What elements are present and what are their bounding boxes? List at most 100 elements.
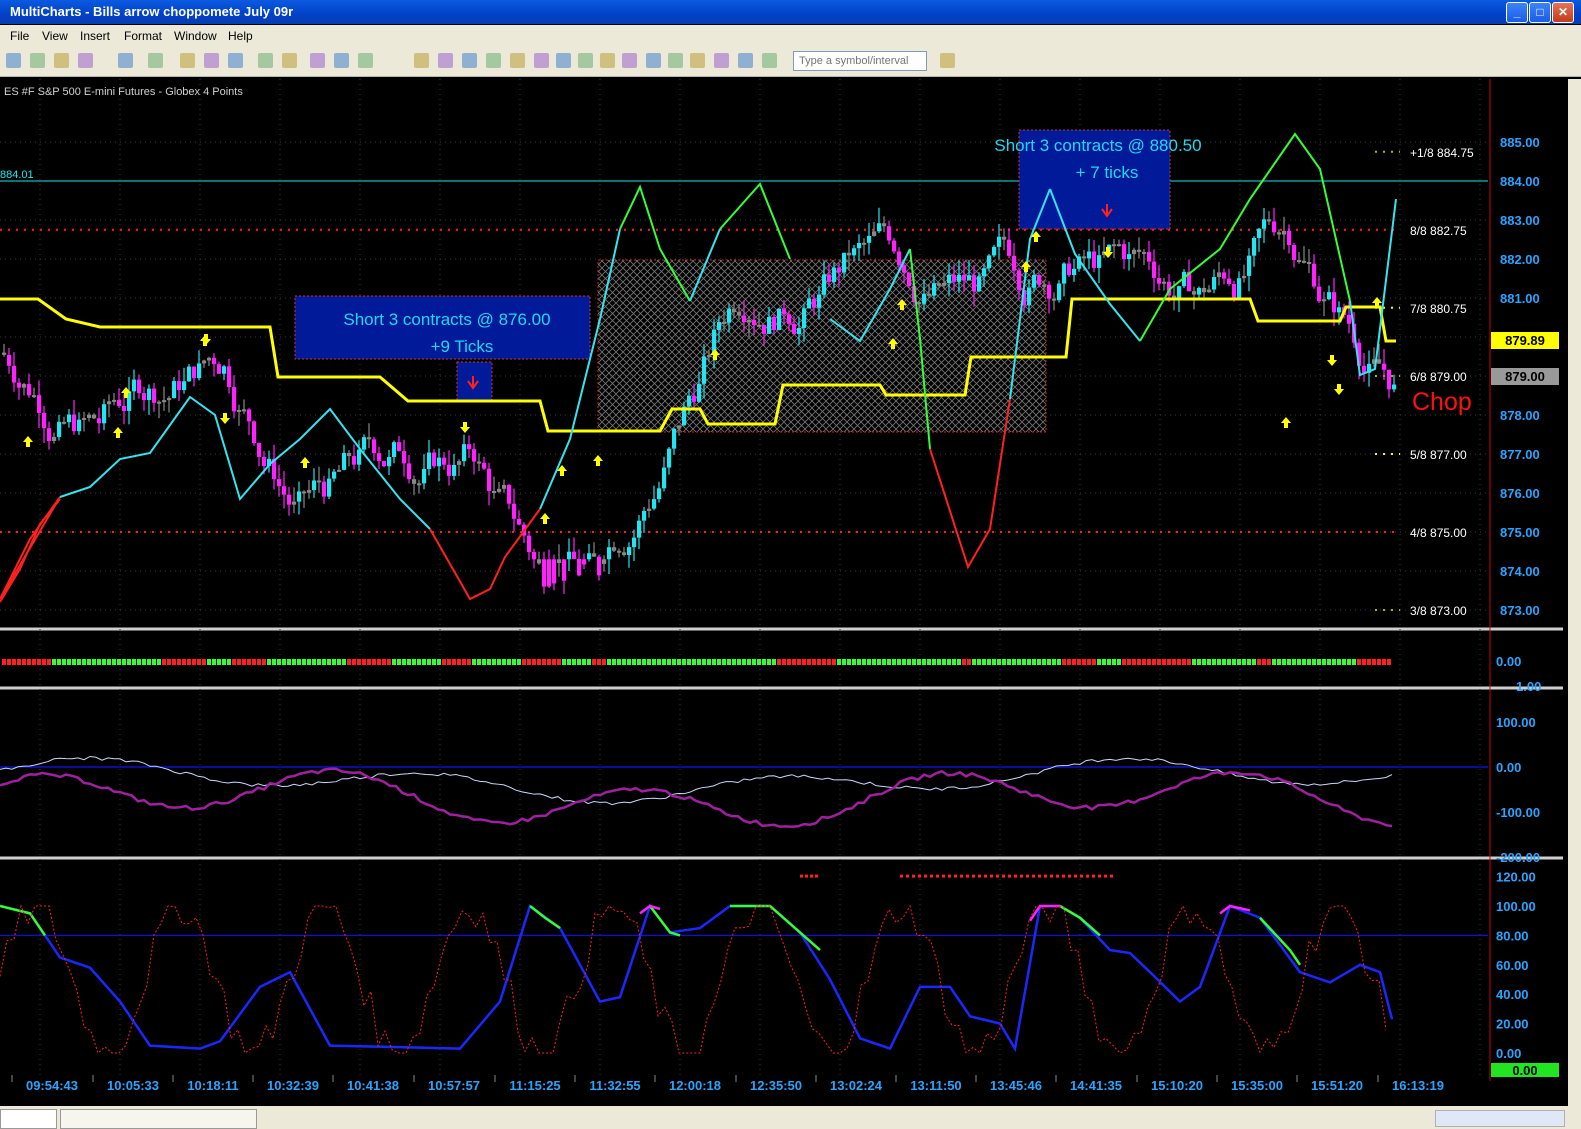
toolbar-button[interactable]: [940, 53, 955, 68]
trend-dot: [1017, 659, 1021, 665]
price-bar: [977, 276, 982, 292]
toolbar-button[interactable]: [578, 53, 593, 68]
price-bar: [262, 456, 267, 467]
toolbar-button[interactable]: [118, 53, 133, 68]
horizontal-scrollbar[interactable]: [1435, 1110, 1565, 1127]
toolbar-button[interactable]: [334, 53, 349, 68]
price-bar: [1177, 286, 1182, 299]
toolbar-button[interactable]: [556, 53, 571, 68]
toolbar-button[interactable]: [310, 53, 325, 68]
toolbar-button[interactable]: [762, 53, 777, 68]
toolbar-button[interactable]: [438, 53, 453, 68]
toolbar-button[interactable]: [738, 53, 753, 68]
trend-dot: [732, 659, 736, 665]
price-bar: [917, 302, 922, 305]
toolbar-button[interactable]: [622, 53, 637, 68]
price-bar: [332, 471, 337, 479]
price-bar: [1302, 260, 1307, 263]
menu-window[interactable]: Window: [174, 29, 217, 43]
chart-svg[interactable]: ES #F S&P 500 E-mini Futures - Globex 4 …: [0, 79, 1568, 1095]
trend-dot: [327, 659, 331, 665]
toolbar-button[interactable]: [486, 53, 501, 68]
trend-dot: [77, 659, 81, 665]
toolbar-button[interactable]: [6, 53, 21, 68]
price-bar: [932, 283, 937, 296]
trend-dot: [2, 659, 6, 665]
toolbar-button[interactable]: [534, 53, 549, 68]
price-bar: [1247, 255, 1252, 276]
window-titlebar: MultiCharts - Bills arrow choppomete Jul…: [0, 0, 1581, 24]
close-icon[interactable]: ✕: [1552, 2, 1574, 23]
price-bar: [472, 449, 477, 462]
price-bar: [552, 559, 557, 584]
trend-dot: [1287, 659, 1291, 665]
menu-format[interactable]: Format: [124, 29, 162, 43]
toolbar-button[interactable]: [30, 53, 45, 68]
status-tab[interactable]: [60, 1109, 257, 1129]
toolbar-button[interactable]: [510, 53, 525, 68]
toolbar-button[interactable]: [78, 53, 93, 68]
chart-area[interactable]: ES #F S&P 500 E-mini Futures - Globex 4 …: [0, 79, 1568, 1095]
trend-dot: [112, 659, 116, 665]
signal-dot: [1044, 874, 1047, 878]
trend-dot: [952, 659, 956, 665]
trend-dot: [1292, 659, 1296, 665]
vertical-scrollbar[interactable]: [1568, 79, 1581, 1106]
trend-dot: [222, 659, 226, 665]
trend-dot: [1177, 659, 1181, 665]
signal-dot: [1038, 874, 1041, 878]
price-bar: [1232, 283, 1237, 298]
price-bar: [952, 274, 957, 282]
toolbar-button[interactable]: [258, 53, 273, 68]
price-bar: [752, 319, 757, 326]
price-bar: [152, 388, 157, 403]
price-bar: [992, 246, 997, 256]
price-bar: [782, 308, 787, 315]
trend-dot: [452, 659, 456, 665]
toolbar-button[interactable]: [600, 53, 615, 68]
price-bar: [687, 395, 692, 407]
toolbar-button[interactable]: [228, 53, 243, 68]
menu-view[interactable]: View: [42, 29, 68, 43]
pane4-axis-label: 20.00: [1496, 1017, 1529, 1032]
toolbar-button[interactable]: [646, 53, 661, 68]
price-bar: [107, 401, 112, 405]
price-bar: [1297, 260, 1302, 263]
maximize-icon[interactable]: □: [1529, 2, 1551, 23]
toolbar-button[interactable]: [690, 53, 705, 68]
trend-dot: [927, 659, 931, 665]
toolbar-button[interactable]: [358, 53, 373, 68]
price-axis-label: 873.00: [1500, 603, 1540, 618]
minimize-icon[interactable]: _: [1506, 2, 1528, 23]
trend-dot: [1267, 659, 1271, 665]
toolbar-button[interactable]: [282, 53, 297, 68]
price-bar: [1212, 277, 1217, 290]
menu-insert[interactable]: Insert: [80, 29, 110, 43]
status-tab[interactable]: [0, 1109, 57, 1129]
toolbar-button[interactable]: [414, 53, 429, 68]
price-bar: [1267, 219, 1272, 222]
toolbar-button[interactable]: [714, 53, 729, 68]
price-bar: [1132, 249, 1137, 255]
toolbar-button[interactable]: [668, 53, 683, 68]
toolbar-button[interactable]: [54, 53, 69, 68]
menu-help[interactable]: Help: [228, 29, 253, 43]
price-bar: [532, 552, 537, 560]
price-bar: [252, 421, 257, 443]
toolbar-button[interactable]: [180, 53, 195, 68]
trend-dot: [552, 659, 556, 665]
trend-dot: [1312, 659, 1316, 665]
trend-dot: [152, 659, 156, 665]
trend-dot: [547, 659, 551, 665]
price-bar: [377, 453, 382, 462]
toolbar-button[interactable]: [204, 53, 219, 68]
symbol-input[interactable]: [793, 51, 927, 71]
trend-dot: [1012, 659, 1016, 665]
murrey-label: 4/8 875.00: [1410, 526, 1467, 540]
price-bar: [412, 479, 417, 484]
toolbar-button[interactable]: [148, 53, 163, 68]
trend-dot: [272, 659, 276, 665]
price-bar: [177, 381, 182, 391]
toolbar-button[interactable]: [462, 53, 477, 68]
menu-file[interactable]: File: [10, 29, 29, 43]
